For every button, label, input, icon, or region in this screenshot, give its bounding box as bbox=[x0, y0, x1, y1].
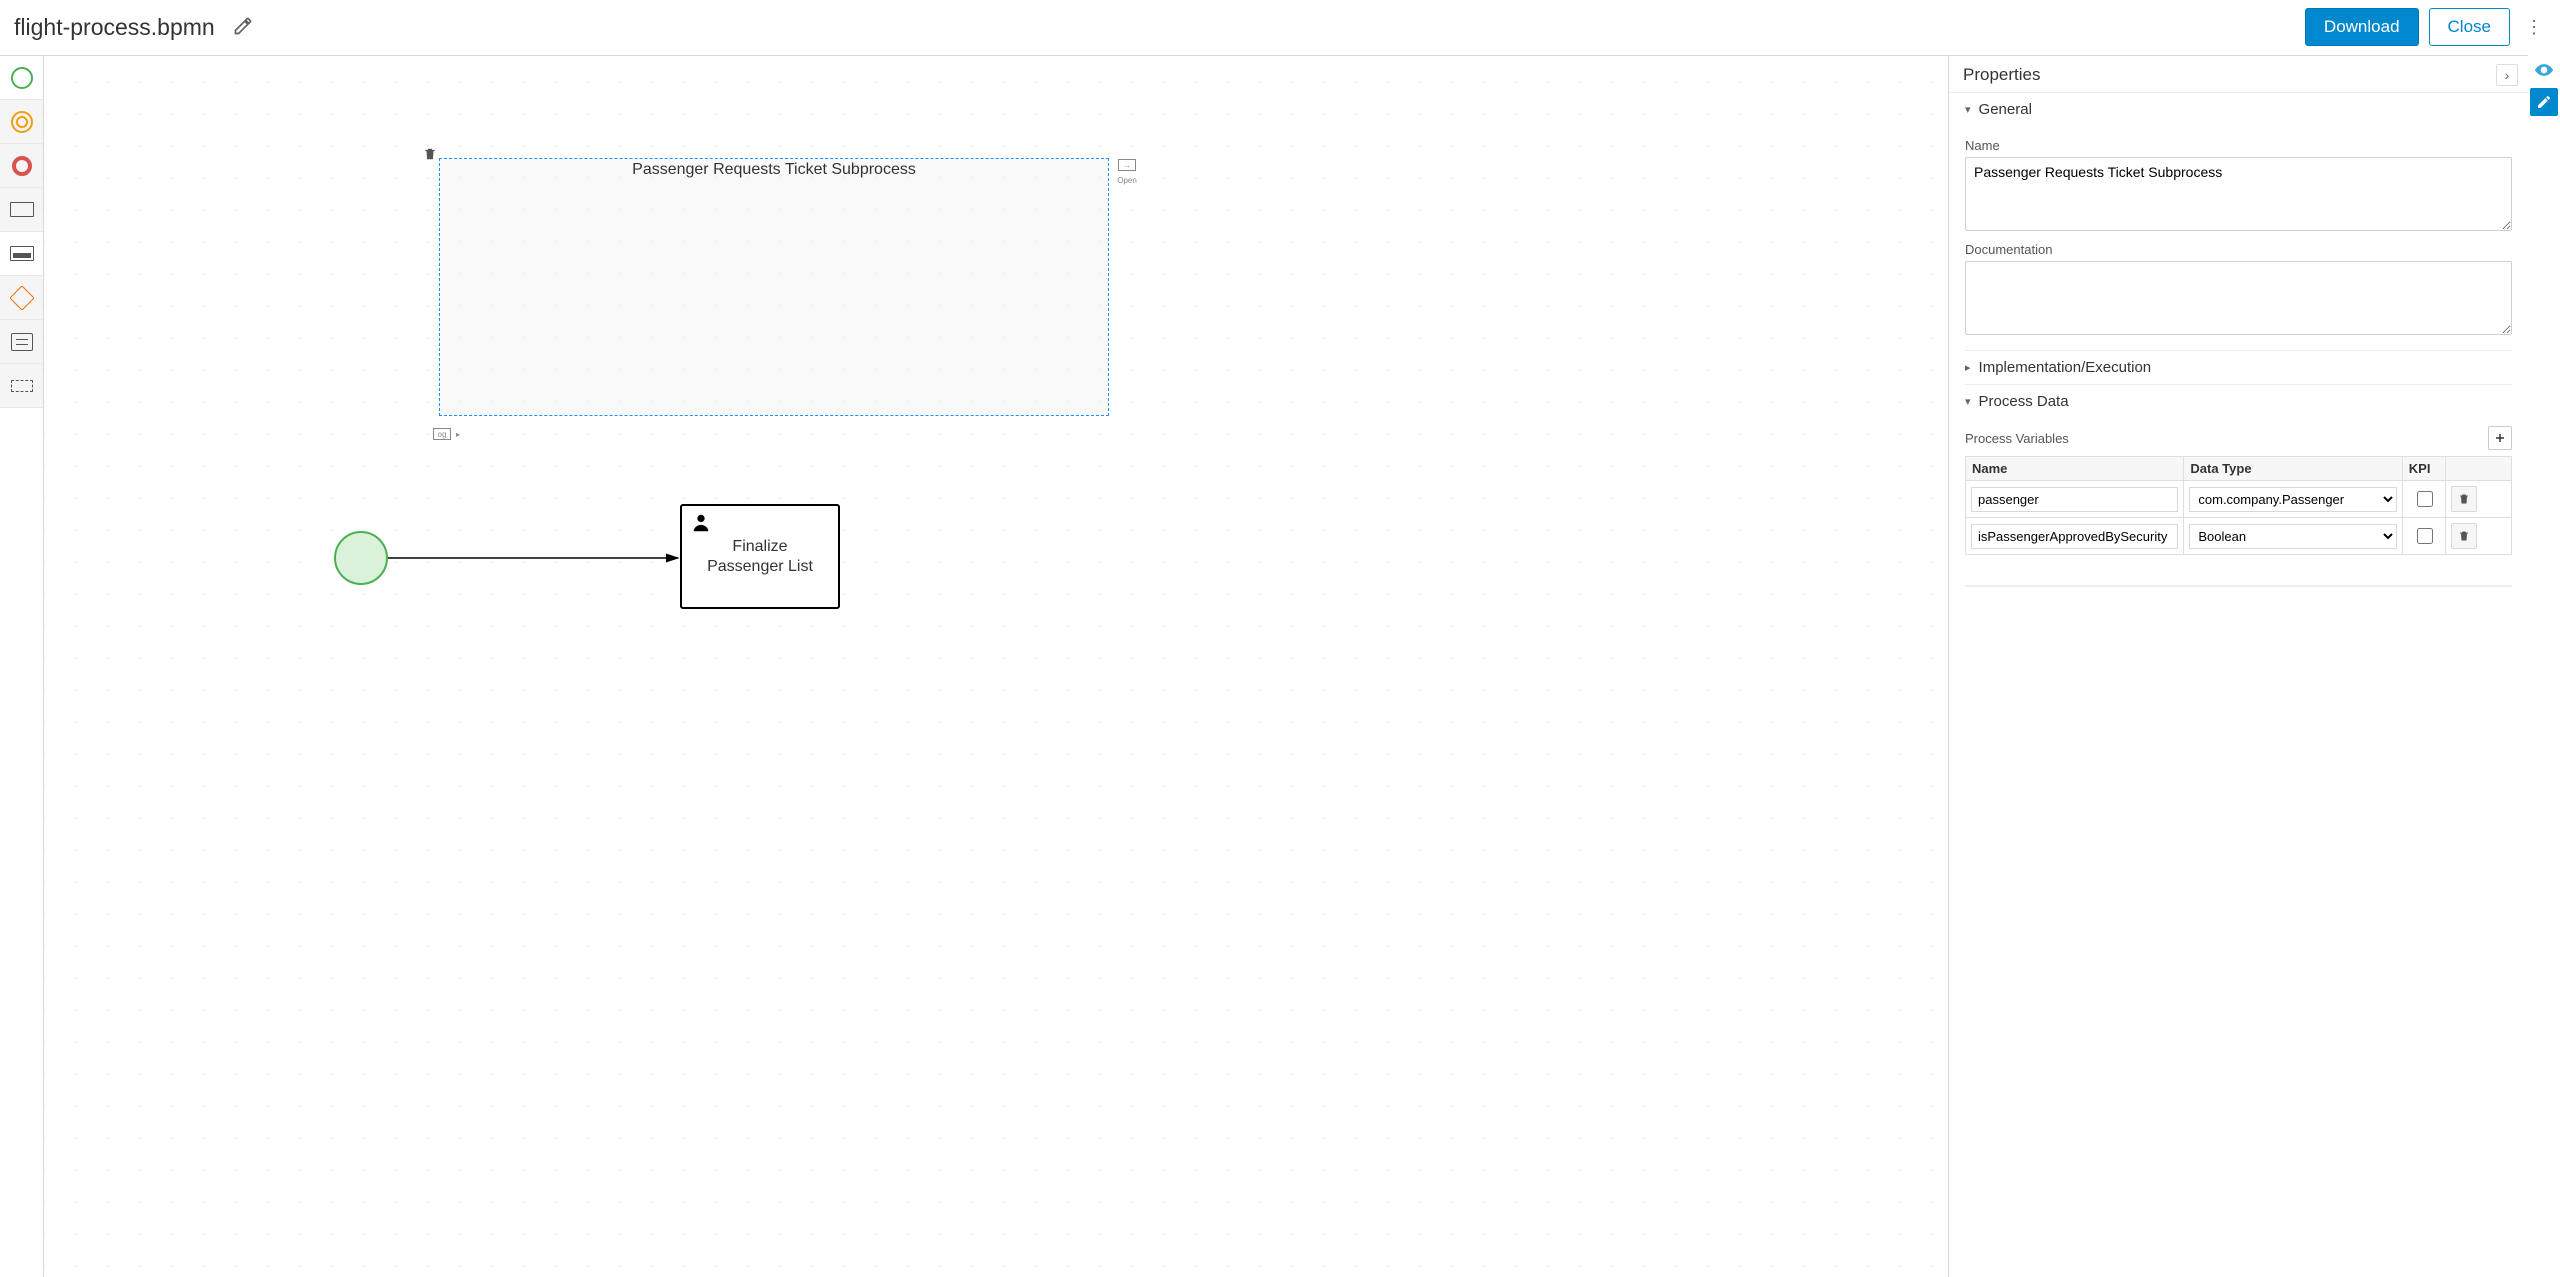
variable-name-input[interactable] bbox=[1971, 487, 2178, 512]
section-implementation-label: Implementation/Execution bbox=[1979, 359, 2152, 376]
subprocess-bottom-handles: og ▸ bbox=[433, 428, 461, 440]
palette-intermediate-event[interactable] bbox=[0, 100, 43, 144]
task-title-line2: Passenger List bbox=[707, 557, 813, 577]
add-variable-button[interactable] bbox=[2488, 426, 2512, 450]
task-title-line1: Finalize bbox=[732, 537, 787, 557]
start-event-icon bbox=[11, 67, 33, 89]
col-kpi: KPI bbox=[2402, 457, 2446, 481]
properties-panel: Properties › ▾ General Name Documentatio… bbox=[1948, 56, 2528, 1277]
documentation-field[interactable] bbox=[1965, 261, 2512, 335]
palette-start-event[interactable] bbox=[0, 56, 43, 100]
file-title: flight-process.bpmn bbox=[14, 14, 215, 41]
workspace: SUBPROCESSES × EmbeddedAdhocReusableEven… bbox=[0, 55, 2528, 1277]
eye-icon[interactable] bbox=[2530, 56, 2558, 84]
palette bbox=[0, 56, 44, 1277]
canvas[interactable]: Passenger Requests Ticket Subprocess → O… bbox=[44, 56, 1948, 1277]
section-general-toggle[interactable]: ▾ General bbox=[1965, 93, 2512, 126]
documentation-field-label: Documentation bbox=[1965, 242, 2512, 257]
palette-container[interactable] bbox=[0, 320, 43, 364]
topbar: flight-process.bpmn Download Close ⋮ bbox=[0, 0, 2560, 55]
table-row: com.company.PassengerBooleanStringIntege… bbox=[1966, 481, 2512, 518]
variable-datatype-select[interactable]: com.company.PassengerBooleanStringIntege… bbox=[2189, 524, 2396, 549]
col-name: Name bbox=[1966, 457, 2184, 481]
edit-icon[interactable] bbox=[2530, 88, 2558, 116]
pencil-icon[interactable] bbox=[233, 16, 253, 39]
end-event-icon bbox=[12, 156, 32, 176]
variable-kpi-checkbox[interactable] bbox=[2417, 491, 2433, 507]
palette-task[interactable] bbox=[0, 188, 43, 232]
download-button[interactable]: Download bbox=[2305, 8, 2419, 46]
section-process-data-label: Process Data bbox=[1979, 393, 2069, 410]
section-general: ▾ General Name Documentation bbox=[1949, 93, 2528, 350]
subprocess-node[interactable]: Passenger Requests Ticket Subprocess → O… bbox=[439, 158, 1109, 416]
subprocess-icon bbox=[10, 246, 34, 261]
user-task-icon bbox=[690, 512, 712, 540]
right-rail bbox=[2528, 56, 2560, 116]
task-icon bbox=[10, 202, 34, 217]
resize-handle-icon[interactable]: ▸ bbox=[455, 428, 461, 440]
open-handle[interactable]: Open bbox=[1118, 174, 1136, 186]
palette-gateway[interactable] bbox=[0, 276, 43, 320]
close-button[interactable]: Close bbox=[2429, 8, 2510, 46]
kebab-icon[interactable]: ⋮ bbox=[2522, 25, 2546, 30]
subprocess-title: Passenger Requests Ticket Subprocess bbox=[440, 159, 1108, 179]
section-implementation-toggle[interactable]: ▸ Implementation/Execution bbox=[1965, 351, 2512, 384]
chevron-right-icon: ▸ bbox=[1965, 361, 1971, 374]
properties-title: Properties bbox=[1963, 65, 2040, 85]
lane-icon bbox=[11, 380, 33, 392]
section-process-data-toggle[interactable]: ▾ Process Data bbox=[1965, 385, 2512, 418]
morph-handle-icon[interactable]: og bbox=[433, 428, 451, 440]
palette-subprocess[interactable] bbox=[0, 232, 43, 276]
name-field[interactable] bbox=[1965, 157, 2512, 231]
variable-kpi-checkbox[interactable] bbox=[2417, 528, 2433, 544]
gateway-icon bbox=[9, 285, 34, 310]
container-icon bbox=[11, 333, 33, 351]
properties-header: Properties › bbox=[1949, 56, 2528, 93]
palette-end-event[interactable] bbox=[0, 144, 43, 188]
connect-handle-icon[interactable]: → bbox=[1118, 159, 1136, 171]
col-datatype: Data Type bbox=[2184, 457, 2402, 481]
section-implementation: ▸ Implementation/Execution bbox=[1949, 351, 2528, 384]
chevron-down-icon: ▾ bbox=[1965, 395, 1971, 408]
chevron-right-icon[interactable]: › bbox=[2496, 64, 2518, 86]
table-row: com.company.PassengerBooleanStringIntege… bbox=[1966, 518, 2512, 555]
name-field-label: Name bbox=[1965, 138, 2512, 153]
section-process-data: ▾ Process Data Process Variables Name Da… bbox=[1949, 385, 2528, 567]
palette-lane[interactable] bbox=[0, 364, 43, 408]
process-variables-subtitle: Process Variables bbox=[1965, 431, 2069, 446]
user-task-node[interactable]: Finalize Passenger List bbox=[680, 504, 840, 609]
trash-icon[interactable] bbox=[2451, 523, 2477, 549]
variable-name-input[interactable] bbox=[1971, 524, 2178, 549]
process-variables-table: Name Data Type KPI com.company.Passenger… bbox=[1965, 456, 2512, 555]
trash-icon[interactable] bbox=[423, 147, 437, 164]
variable-datatype-select[interactable]: com.company.PassengerBooleanStringIntege… bbox=[2189, 487, 2396, 512]
start-event-node[interactable] bbox=[334, 531, 388, 585]
intermediate-event-icon bbox=[11, 111, 33, 133]
section-general-label: General bbox=[1979, 101, 2032, 118]
trash-icon[interactable] bbox=[2451, 486, 2477, 512]
subprocess-right-handles: → Open bbox=[1118, 159, 1136, 186]
chevron-down-icon: ▾ bbox=[1965, 103, 1971, 116]
